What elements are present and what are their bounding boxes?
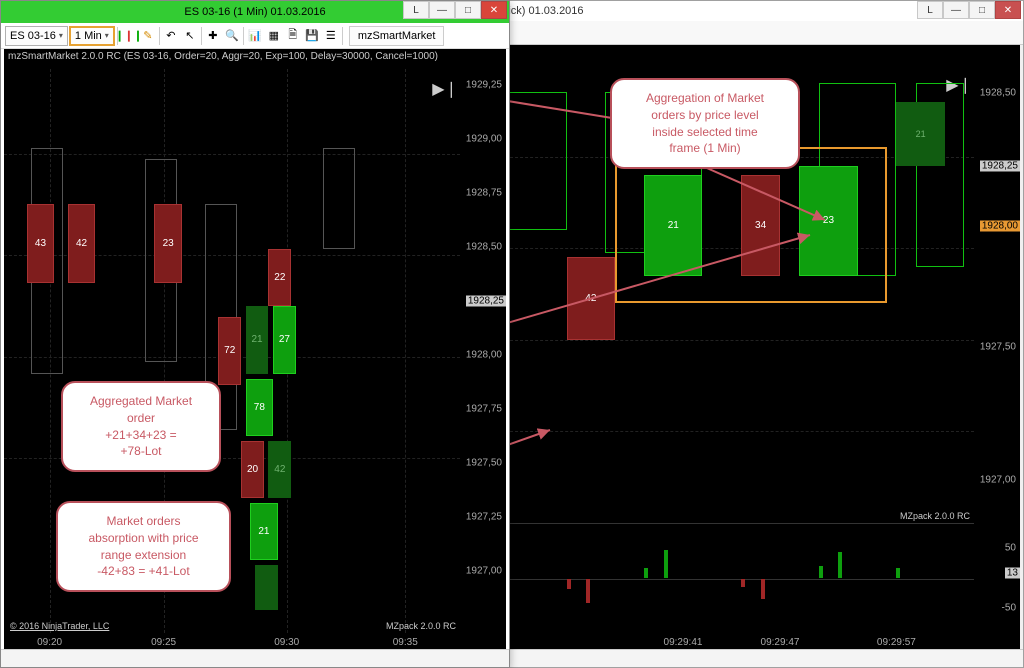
candle-outline <box>323 148 355 250</box>
buy-bar-tail <box>255 565 278 610</box>
left-toolbar: ES 03-16▾ 1 Min▾ ❙❙❙ ✎ ↶ ↖ ✚ 🔍 📊 ▦ 🗎 💾 ☰… <box>1 23 509 49</box>
maximize-button[interactable]: □ <box>969 1 995 19</box>
minimize-button[interactable]: — <box>429 1 455 19</box>
save-icon[interactable]: 💾 <box>303 27 321 45</box>
chart-icon[interactable]: 📊 <box>246 27 264 45</box>
current-price: 1928,25 <box>980 160 1020 171</box>
interval-selector[interactable]: 1 Min▾ <box>69 26 115 46</box>
sell-bar: 43 <box>27 204 54 283</box>
left-x-axis: 09:20 09:25 09:30 09:35 <box>4 633 460 649</box>
sell-bar: 20 <box>241 441 264 497</box>
highlight-box <box>615 147 887 303</box>
buy-bar: 27 <box>273 306 296 374</box>
maximize-button[interactable]: □ <box>455 1 481 19</box>
sell-bar: 42 <box>567 257 616 339</box>
buy-bar-21: 21 <box>250 503 277 559</box>
close-button[interactable]: ✕ <box>995 1 1021 19</box>
left-window-titlebar[interactable]: ES 03-16 (1 Min) 01.03.2016 L — □ ✕ <box>1 1 509 23</box>
cursor-icon[interactable]: ↖ <box>181 27 199 45</box>
buy-bar: 42 <box>268 441 291 497</box>
pencil-icon[interactable]: ✎ <box>139 27 157 45</box>
buy-bar-78: 78 <box>246 379 273 435</box>
chevron-down-icon: ▾ <box>59 31 63 40</box>
left-window: ES 03-16 (1 Min) 01.03.2016 L — □ ✕ ES 0… <box>0 0 510 668</box>
l-button[interactable]: L <box>403 1 429 19</box>
crosshair-icon[interactable]: ✚ <box>204 27 222 45</box>
zoom-icon[interactable]: 🔍 <box>223 27 241 45</box>
data-icon[interactable]: ▦ <box>265 27 283 45</box>
left-statusbar <box>1 649 509 667</box>
left-chart-header: mzSmartMarket 2.0.0 RC (ES 03-16, Order=… <box>8 51 438 62</box>
annotation-41lot: Market orders absorption with price rang… <box>56 501 231 592</box>
undo-icon[interactable]: ↶ <box>162 27 180 45</box>
left-footer: MZpack 2.0.0 RC <box>386 621 456 631</box>
left-y-axis: 1929,25 1929,00 1928,75 1928,50 1928,25 … <box>460 49 506 649</box>
current-price: 1928,25 <box>466 296 506 307</box>
copyright[interactable]: © 2016 NinjaTrader, LLC <box>10 621 109 631</box>
l-button[interactable]: L <box>917 1 943 19</box>
left-window-title: ES 03-16 (1 Min) 01.03.2016 <box>184 6 325 18</box>
right-footer: MZpack 2.0.0 RC <box>900 511 970 521</box>
buy-bar: 21 <box>246 306 269 374</box>
sell-bar: 23 <box>154 204 181 283</box>
candles-icon[interactable]: ❙❙❙ <box>120 27 138 45</box>
delta-y-axis: 50 13 -50 <box>974 523 1020 633</box>
sell-bar: 42 <box>68 204 95 283</box>
indicator-label[interactable]: mzSmartMarket <box>349 26 445 46</box>
sell-bar: 22 <box>268 249 291 305</box>
close-button[interactable]: ✕ <box>481 1 507 19</box>
annotation-78lot: Aggregated Market order +21+34+23 = +78-… <box>61 381 221 472</box>
sell-bar: 72 <box>218 317 241 385</box>
annotation-aggregation: Aggregation of Market orders by price le… <box>610 78 800 169</box>
buy-bar: 21 <box>896 102 945 166</box>
instrument-selector[interactable]: ES 03-16▾ <box>5 26 68 46</box>
doc-icon[interactable]: 🗎 <box>284 27 302 45</box>
minimize-button[interactable]: — <box>943 1 969 19</box>
props-icon[interactable]: ☰ <box>322 27 340 45</box>
chevron-down-icon: ▾ <box>105 31 109 40</box>
